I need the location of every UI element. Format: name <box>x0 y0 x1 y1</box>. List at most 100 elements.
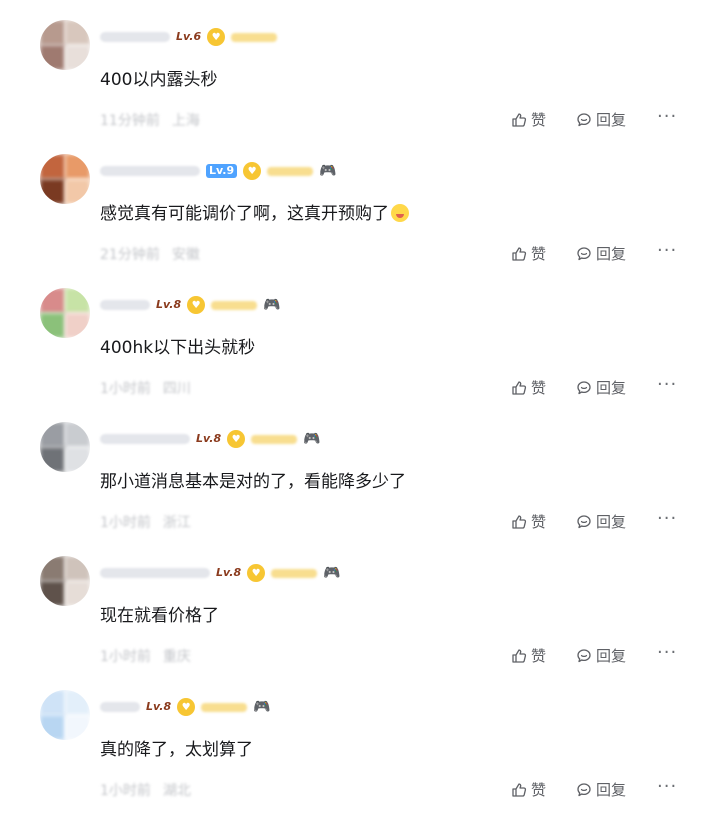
more-options-icon[interactable]: ··· <box>657 508 677 529</box>
avatar[interactable] <box>40 422 90 472</box>
level-badge: Lv.6 <box>176 30 202 43</box>
comment-location: 重庆 <box>162 649 191 665</box>
comment-header: Lv.8 ♥ 🎮 <box>100 429 321 449</box>
comment-location: 四川 <box>162 381 191 397</box>
comment-header: Lv.8 ♥ 🎮 <box>100 697 271 717</box>
comment-list: Lv.6 ♥ 400以内露头秒 11分钟前 上海 赞 回复 ··· Lv.9 ♥… <box>0 0 719 799</box>
comment-text-content: 400以内露头秒 <box>100 70 218 90</box>
username-blurred[interactable] <box>100 434 190 444</box>
username-blurred[interactable] <box>100 166 200 176</box>
reply-bubble-icon <box>577 782 591 796</box>
username-blurred[interactable] <box>100 702 140 712</box>
reply-button[interactable]: 回复 <box>576 243 626 264</box>
smile-emoji-icon <box>391 204 409 222</box>
fan-medal-label <box>267 166 314 176</box>
fan-medal-icon: ♥ <box>227 430 246 448</box>
like-button[interactable]: 赞 <box>511 779 546 800</box>
comment-item: Lv.8 ♥ 🎮 真的降了，太划算了 1小时前 湖北 赞 回复 ··· <box>0 690 719 824</box>
decoration-icon: 🎮 <box>263 297 281 313</box>
avatar[interactable] <box>40 690 90 740</box>
more-options-icon[interactable]: ··· <box>657 374 677 395</box>
comment-location: 上海 <box>171 113 200 129</box>
fan-medal-icon: ♥ <box>177 698 196 716</box>
comment-time: 21分钟前 <box>100 247 160 263</box>
thumbs-up-icon <box>512 380 527 395</box>
comment-text-content: 感觉真有可能调价了啊，这真开预购了 <box>100 204 389 224</box>
fan-medal-icon: ♥ <box>187 296 206 314</box>
reply-button[interactable]: 回复 <box>576 109 626 130</box>
fan-medal-icon: ♥ <box>247 564 266 582</box>
comment-item: Lv.8 ♥ 🎮 那小道消息基本是对的了，看能降多少了 1小时前 浙江 赞 回复… <box>0 422 719 556</box>
like-button[interactable]: 赞 <box>511 243 546 264</box>
level-badge: Lv.8 <box>196 432 222 445</box>
like-label: 赞 <box>531 111 547 129</box>
comment-meta: 1小时前 浙江 <box>100 512 191 532</box>
comment-meta: 1小时前 湖北 <box>100 780 191 800</box>
like-button[interactable]: 赞 <box>511 109 546 130</box>
comment-text: 感觉真有可能调价了啊，这真开预购了 <box>100 202 409 226</box>
comment-time: 1小时前 <box>100 783 151 799</box>
comment-item: Lv.9 ♥ 🎮 感觉真有可能调价了啊，这真开预购了 21分钟前 安徽 赞 回复… <box>0 154 719 288</box>
decoration-icon: 🎮 <box>319 163 337 179</box>
fan-medal-label <box>251 434 298 444</box>
reply-bubble-icon <box>577 246 591 260</box>
comment-text: 400hk以下出头就秒 <box>100 336 255 360</box>
comment-location: 安徽 <box>171 247 200 263</box>
level-badge: Lv.8 <box>156 298 182 311</box>
like-button[interactable]: 赞 <box>511 377 546 398</box>
comment-location: 湖北 <box>162 783 191 799</box>
level-badge: Lv.8 <box>216 566 242 579</box>
thumbs-up-icon <box>512 246 527 261</box>
comment-text-content: 400hk以下出头就秒 <box>100 338 256 358</box>
like-label: 赞 <box>531 513 547 531</box>
level-badge: Lv.9 <box>206 164 238 178</box>
comment-text: 400以内露头秒 <box>100 68 217 92</box>
level-badge: Lv.8 <box>146 700 172 713</box>
comment-meta: 1小时前 四川 <box>100 378 191 398</box>
avatar[interactable] <box>40 288 90 338</box>
username-blurred[interactable] <box>100 32 170 42</box>
comment-header: Lv.8 ♥ 🎮 <box>100 563 341 583</box>
comment-header: Lv.9 ♥ 🎮 <box>100 161 337 181</box>
decoration-icon: 🎮 <box>323 565 341 581</box>
reply-bubble-icon <box>577 112 591 126</box>
reply-label: 回复 <box>596 111 627 129</box>
decoration-icon: 🎮 <box>253 699 271 715</box>
avatar[interactable] <box>40 556 90 606</box>
fan-medal-label <box>271 568 318 578</box>
comment-item: Lv.8 ♥ 🎮 现在就看价格了 1小时前 重庆 赞 回复 ··· <box>0 556 719 690</box>
comment-text-content: 现在就看价格了 <box>100 606 219 626</box>
like-label: 赞 <box>531 245 547 263</box>
reply-button[interactable]: 回复 <box>576 645 626 666</box>
comment-text: 真的降了，太划算了 <box>100 738 253 762</box>
reply-label: 回复 <box>596 647 627 665</box>
more-options-icon[interactable]: ··· <box>657 240 677 261</box>
comment-time: 1小时前 <box>100 649 151 665</box>
fan-medal-label <box>231 32 278 42</box>
comment-time: 1小时前 <box>100 381 151 397</box>
comment-meta: 21分钟前 安徽 <box>100 244 200 264</box>
reply-button[interactable]: 回复 <box>576 779 626 800</box>
fan-medal-icon: ♥ <box>207 28 226 46</box>
username-blurred[interactable] <box>100 568 210 578</box>
decoration-icon: 🎮 <box>303 431 321 447</box>
thumbs-up-icon <box>512 648 527 663</box>
comment-location: 浙江 <box>162 515 191 531</box>
more-options-icon[interactable]: ··· <box>657 642 677 663</box>
avatar[interactable] <box>40 154 90 204</box>
reply-label: 回复 <box>596 379 627 397</box>
username-blurred[interactable] <box>100 300 150 310</box>
avatar[interactable] <box>40 20 90 70</box>
reply-label: 回复 <box>596 781 627 799</box>
reply-label: 回复 <box>596 513 627 531</box>
reply-button[interactable]: 回复 <box>576 511 626 532</box>
thumbs-up-icon <box>512 514 527 529</box>
more-options-icon[interactable]: ··· <box>657 106 677 127</box>
more-options-icon[interactable]: ··· <box>657 776 677 797</box>
like-button[interactable]: 赞 <box>511 645 546 666</box>
reply-button[interactable]: 回复 <box>576 377 626 398</box>
like-button[interactable]: 赞 <box>511 511 546 532</box>
comment-text-content: 真的降了，太划算了 <box>100 740 253 760</box>
comment-text-content: 那小道消息基本是对的了，看能降多少了 <box>100 472 406 492</box>
fan-medal-label <box>211 300 258 310</box>
